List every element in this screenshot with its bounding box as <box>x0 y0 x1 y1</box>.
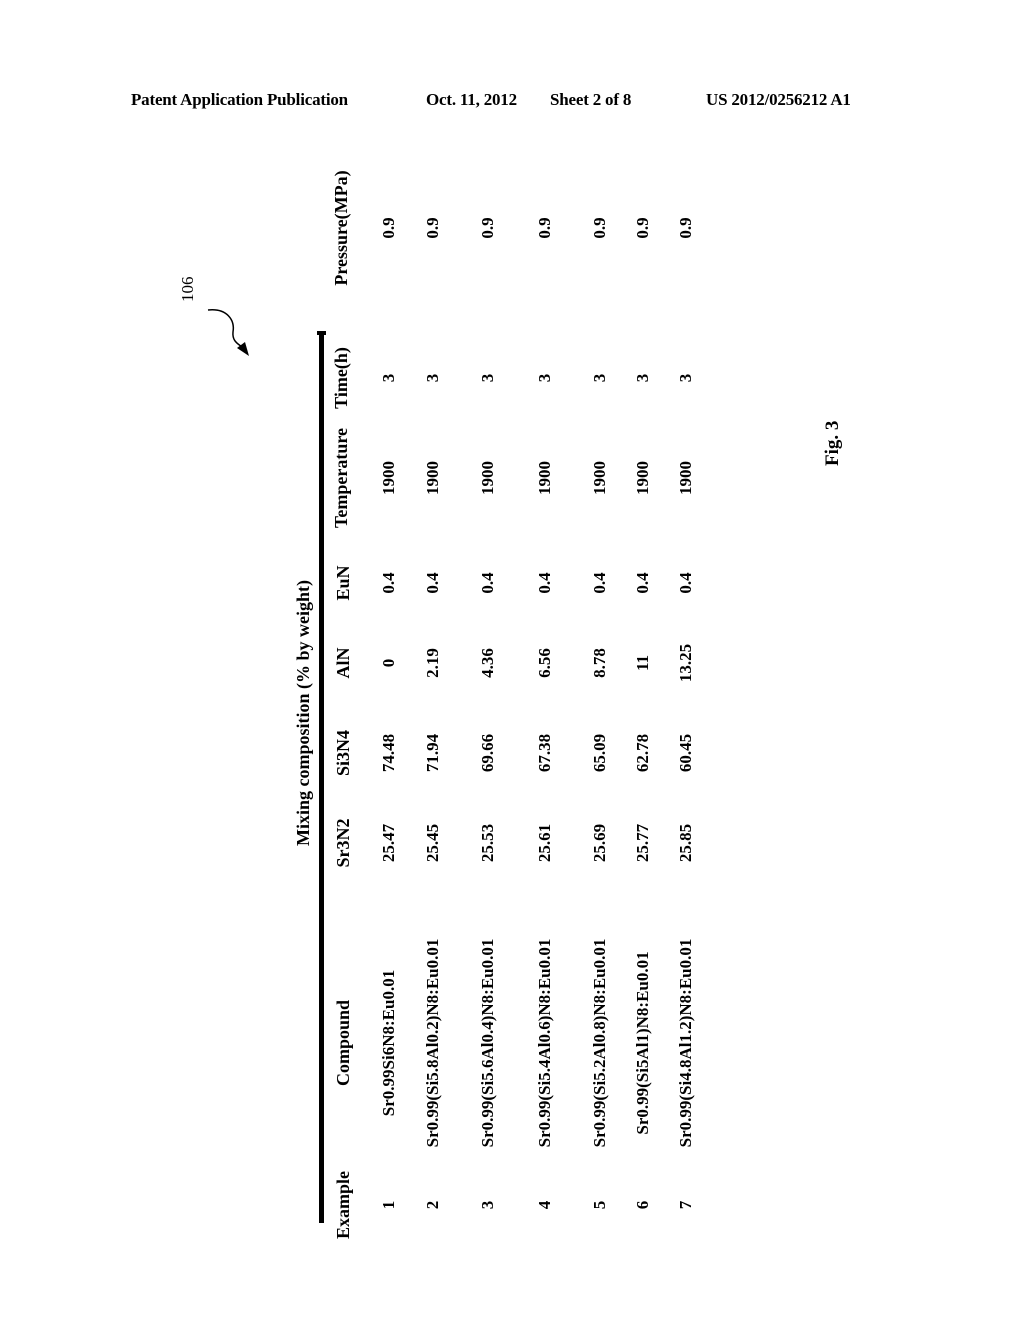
table-cell: Sr0.99(Si5Al1)N8:Eu0.01 <box>633 951 652 1135</box>
table-cell: 60.45 <box>676 733 695 773</box>
table-cell: Sr0.99Si6N8:Eu0.01 <box>379 969 398 1117</box>
table-cell: 0.9 <box>379 217 398 239</box>
column-header: Example <box>333 1170 353 1240</box>
table-cell: 4.36 <box>478 648 497 678</box>
table-cell: 0.9 <box>535 217 554 239</box>
table-cell: 25.47 <box>379 823 398 863</box>
table-cell: 67.38 <box>535 733 554 773</box>
table-cell: 25.45 <box>423 823 442 863</box>
table-cell: 0.9 <box>676 217 695 239</box>
table-cell: 25.85 <box>676 823 695 863</box>
table-cell: 1900 <box>590 461 609 495</box>
table-cell: 1900 <box>676 461 695 495</box>
table-group-title: Mixing composition (% by weight) <box>293 579 313 847</box>
table-cell: 3 <box>423 373 442 383</box>
table-cell: 65.09 <box>590 733 609 773</box>
table-cell: 3 <box>590 373 609 383</box>
table-cell: Sr0.99(Si5.4Al0.6)N8:Eu0.01 <box>535 938 554 1148</box>
table-cell: 25.77 <box>633 823 652 863</box>
table-cell: Sr0.99(Si5.2Al0.8)N8:Eu0.01 <box>590 938 609 1148</box>
table-cell: 1900 <box>633 461 652 495</box>
table-cell: 7 <box>676 1200 695 1210</box>
column-header: AlN <box>333 647 353 679</box>
table-cell: Sr0.99(Si5.8Al0.2)N8:Eu0.01 <box>423 938 442 1148</box>
table-cell: 0.4 <box>676 572 695 594</box>
table-cell: 0.9 <box>590 217 609 239</box>
table-cell: 4 <box>535 1200 554 1210</box>
header-rule-end <box>317 331 326 335</box>
table-cell: 0.9 <box>633 217 652 239</box>
column-header: Compound <box>333 999 353 1087</box>
table-cell: 3 <box>633 373 652 383</box>
table-cell: 0.4 <box>379 572 398 594</box>
table-cell: 3 <box>478 373 497 383</box>
column-header: Time(h) <box>331 347 351 409</box>
table-cell: 0 <box>379 658 398 668</box>
reference-numeral: 106 <box>178 276 197 303</box>
table-cell: 6.56 <box>535 648 554 678</box>
table-cell: 0.4 <box>423 572 442 594</box>
reference-arrow-icon <box>207 309 249 356</box>
figure-label: Fig. 3 <box>822 420 843 466</box>
table-cell: 1900 <box>535 461 554 495</box>
table-cell: 2.19 <box>423 648 442 678</box>
column-header: Temperature <box>331 428 351 528</box>
table-cell: 13.25 <box>676 643 695 683</box>
header-rule <box>319 333 324 1223</box>
table-cell: 0.4 <box>478 572 497 594</box>
table-cell: 6 <box>633 1200 652 1210</box>
table-cell: 0.9 <box>478 217 497 239</box>
table-cell: 11 <box>633 654 652 672</box>
column-header: Sr3N2 <box>333 818 353 868</box>
table-cell: 5 <box>590 1200 609 1210</box>
table-cell: Sr0.99(Si5.6Al0.4)N8:Eu0.01 <box>478 938 497 1148</box>
table-cell: 8.78 <box>590 648 609 678</box>
table-cell: 71.94 <box>423 733 442 773</box>
header-patent-number: US 2012/0256212 A1 <box>706 90 851 109</box>
table-cell: 0.9 <box>423 217 442 239</box>
table-cell: 74.48 <box>379 733 398 773</box>
column-header: Si3N4 <box>333 729 353 777</box>
header-date: Oct. 11, 2012 <box>426 90 517 109</box>
table-cell: 3 <box>478 1200 497 1210</box>
table-cell: 69.66 <box>478 733 497 773</box>
table-cell: 0.4 <box>535 572 554 594</box>
table-cell: 1900 <box>423 461 442 495</box>
table-cell: 25.53 <box>478 823 497 863</box>
table-cell: 2 <box>423 1200 442 1210</box>
column-header: EuN <box>333 565 353 601</box>
header-publication: Patent Application Publication <box>131 90 348 109</box>
table-cell: 3 <box>379 373 398 383</box>
table-cell: 25.61 <box>535 823 554 863</box>
table-cell: 3 <box>535 373 554 383</box>
table-cell: 0.4 <box>633 572 652 594</box>
table-cell: 25.69 <box>590 823 609 863</box>
table-cell: 62.78 <box>633 733 652 773</box>
rotated-table: Mixing composition (% by weight) Example… <box>293 143 723 1239</box>
table-cell: 1900 <box>379 461 398 495</box>
table-cell: 0.4 <box>590 572 609 594</box>
table-cell: Sr0.99(Si4.8Al1.2)N8:Eu0.01 <box>676 938 695 1148</box>
table-cell: 3 <box>676 373 695 383</box>
table-cell: 1900 <box>478 461 497 495</box>
table-cell: 1 <box>379 1200 398 1210</box>
column-header: Pressure(MPa) <box>331 170 351 286</box>
header-sheet: Sheet 2 of 8 <box>550 90 632 109</box>
